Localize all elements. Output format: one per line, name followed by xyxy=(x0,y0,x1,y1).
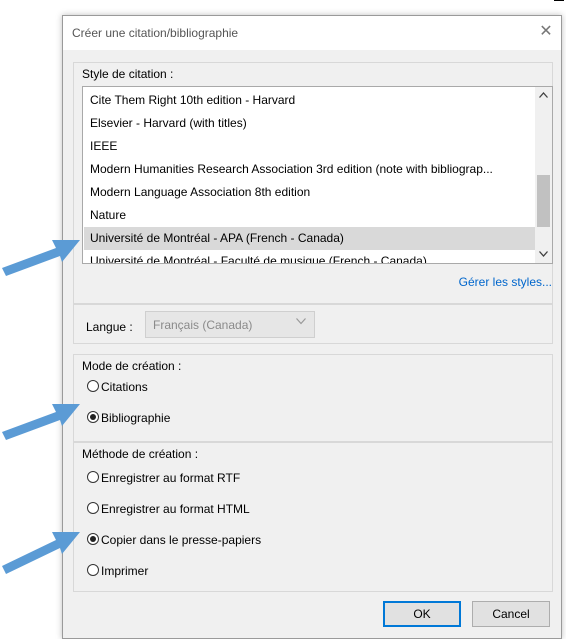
radio-label: Copier dans le presse-papiers xyxy=(101,533,262,547)
style-list-item[interactable]: Modern Language Association 8th edition xyxy=(84,181,535,204)
citation-style-listbox[interactable]: Cite Them Right 10th edition - Harvard E… xyxy=(82,86,553,264)
style-list-item[interactable]: Université de Montréal - Faculté de musi… xyxy=(84,250,535,263)
style-list-item[interactable]: Modern Humanities Research Association 3… xyxy=(84,158,535,181)
radio-label: Enregistrer au format RTF xyxy=(101,471,241,485)
creation-mode-label: Mode de création : xyxy=(82,359,182,373)
chevron-up-icon[interactable] xyxy=(535,87,552,104)
radio-label: Enregistrer au format HTML xyxy=(101,502,250,516)
radio-button[interactable] xyxy=(87,471,99,483)
ok-button[interactable]: OK xyxy=(383,601,461,627)
style-list-item[interactable]: Nature xyxy=(84,204,535,227)
dialog-title: Créer une citation/bibliographie xyxy=(72,26,239,40)
radio-label: Imprimer xyxy=(101,564,149,578)
dialog-titlebar: Créer une citation/bibliographie ✕ xyxy=(63,16,561,50)
background-window-edge xyxy=(554,0,564,4)
creation-mode-group: Mode de création : xyxy=(73,354,553,442)
radio-button[interactable] xyxy=(87,380,99,392)
creation-method-label: Méthode de création : xyxy=(82,447,199,461)
cancel-button[interactable]: Cancel xyxy=(472,601,550,627)
chevron-down-icon[interactable] xyxy=(535,246,552,263)
style-list-item[interactable]: IEEE xyxy=(84,135,535,158)
arrow-icon xyxy=(2,404,80,440)
citation-style-label: Style de citation : xyxy=(82,67,174,81)
close-icon[interactable]: ✕ xyxy=(537,23,555,41)
create-citation-dialog: Créer une citation/bibliographie ✕ Style… xyxy=(62,15,562,639)
radio-button[interactable] xyxy=(87,502,99,514)
manage-styles-link[interactable]: Gérer les styles... xyxy=(459,275,552,289)
radio-button-checked[interactable] xyxy=(87,411,99,423)
style-list-item[interactable]: Cite Them Right 10th edition - Harvard xyxy=(84,89,535,112)
style-list-item-selected[interactable]: Université de Montréal - APA (French - C… xyxy=(84,227,535,250)
radio-label: Citations xyxy=(101,380,148,394)
language-label: Langue : xyxy=(86,320,133,334)
radio-button-checked[interactable] xyxy=(87,533,99,545)
arrow-icon xyxy=(2,240,80,276)
language-select[interactable]: Français (Canada) xyxy=(145,311,315,338)
style-list-item[interactable]: Elsevier - Harvard (with titles) xyxy=(84,112,535,135)
list-scrollbar[interactable] xyxy=(535,87,552,263)
language-value: Français (Canada) xyxy=(153,318,253,332)
radio-label: Bibliographie xyxy=(101,411,171,425)
radio-button[interactable] xyxy=(87,564,99,576)
chevron-down-icon xyxy=(296,317,306,328)
scroll-thumb[interactable] xyxy=(537,175,550,227)
arrow-icon xyxy=(2,532,80,574)
